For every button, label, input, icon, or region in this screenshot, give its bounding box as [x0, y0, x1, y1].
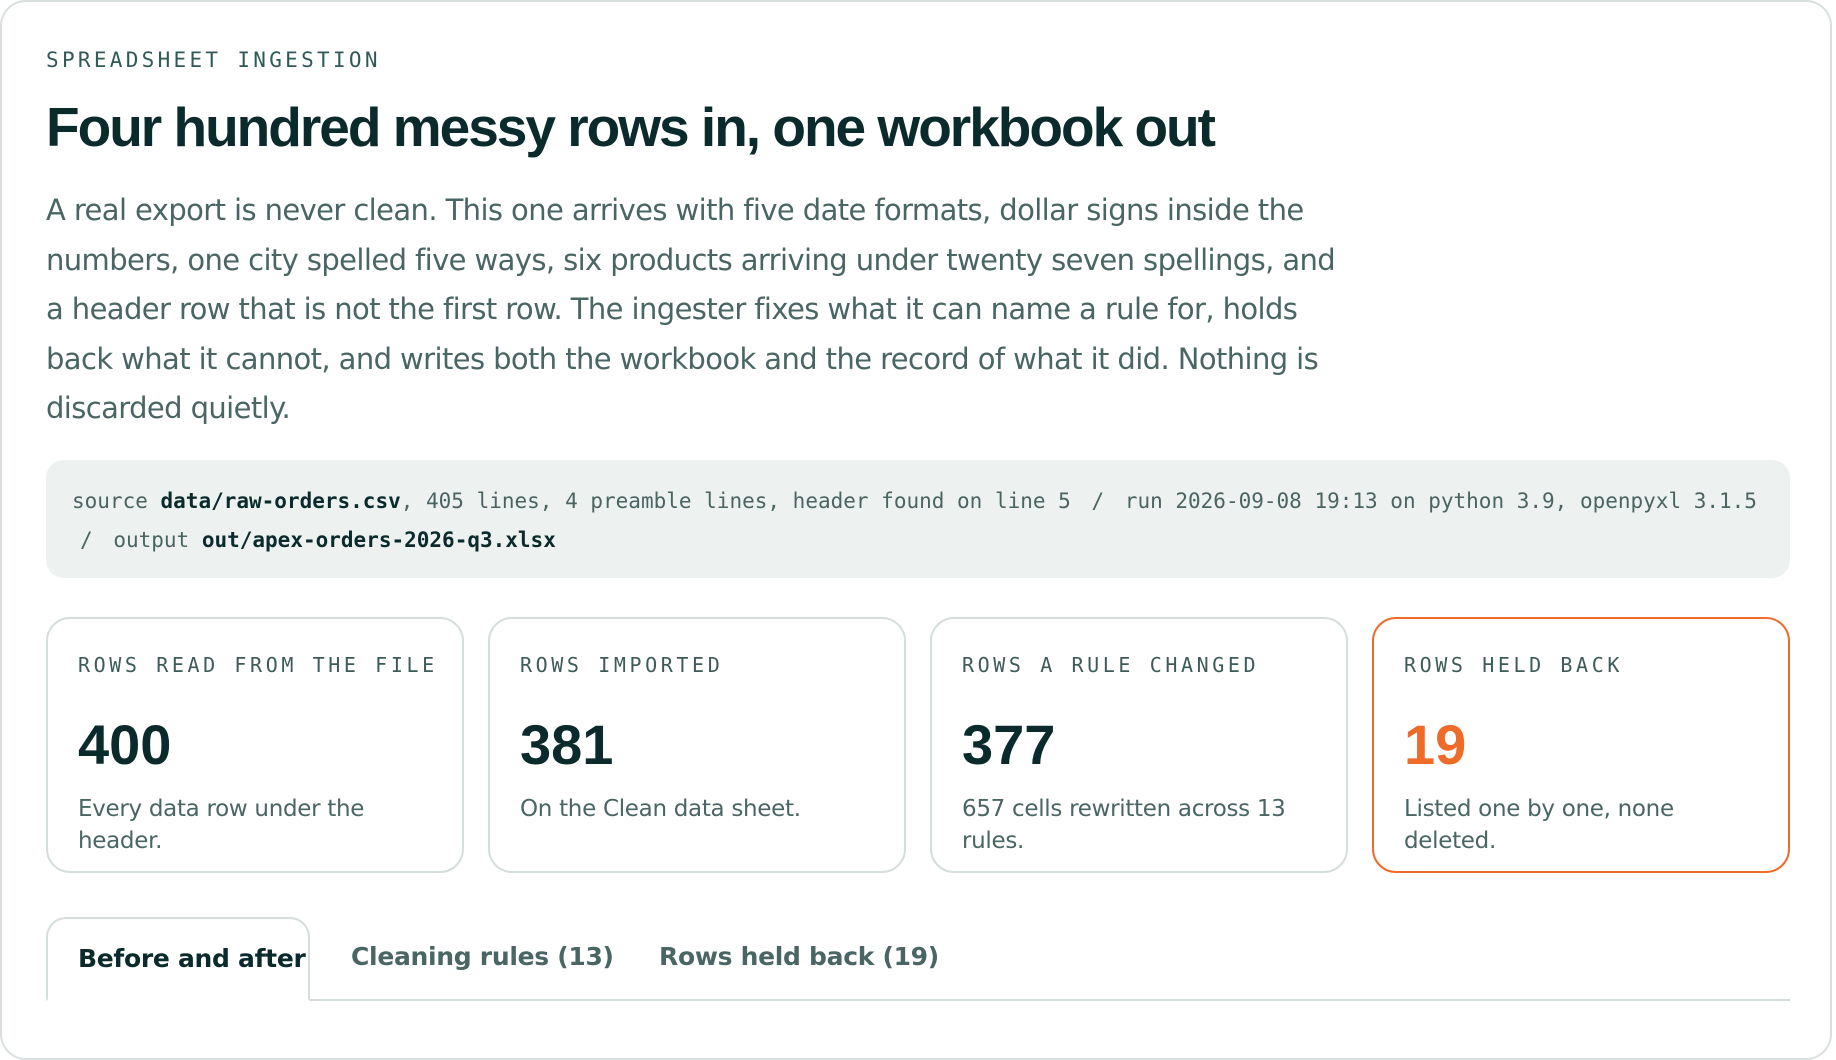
- source-details: , 405 lines, 4 preamble lines, header fo…: [400, 489, 1071, 513]
- tab-rows-held-back[interactable]: Rows held back (19): [659, 917, 939, 999]
- stat-card-rows-changed: ROWS A RULE CHANGED 377 657 cells rewrit…: [930, 617, 1348, 873]
- stat-description: 657 cells rewritten across 13 rules.: [962, 796, 1286, 854]
- stat-card-rows-imported: ROWS IMPORTED 381 On the Clean data shee…: [488, 617, 906, 873]
- separator: /: [1091, 489, 1105, 513]
- output-label: output: [113, 528, 190, 552]
- stat-label: ROWS A RULE CHANGED: [962, 653, 1260, 677]
- stat-description: On the Clean data sheet.: [520, 796, 801, 822]
- eyebrow-label: SPREADSHEET INGESTION: [46, 48, 381, 72]
- page-title: Four hundred messy rows in, one workbook…: [46, 96, 1216, 158]
- tab-cleaning-rules[interactable]: Cleaning rules (13): [351, 917, 614, 999]
- separator: /: [80, 528, 93, 552]
- stats-row: ROWS READ FROM THE FILE 400 Every data r…: [46, 617, 1790, 873]
- stat-label: ROWS READ FROM THE FILE: [78, 653, 438, 677]
- tab-bar: Before and after Cleaning rules (13) Row…: [46, 917, 1790, 1001]
- source-label: source: [72, 489, 148, 513]
- stat-value: 19: [1404, 713, 1467, 776]
- output-path: out/apex-orders-2026-q3.xlsx: [201, 528, 556, 552]
- tab-before-and-after[interactable]: Before and after: [46, 917, 310, 1001]
- stat-value: 381: [520, 713, 614, 776]
- stat-value: 400: [78, 713, 172, 776]
- stat-description: Listed one by one, none deleted.: [1404, 796, 1674, 854]
- stat-description: Every data row under the header.: [78, 796, 365, 854]
- stat-card-rows-held-back: ROWS HELD BACK 19 Listed one by one, non…: [1372, 617, 1790, 873]
- run-details: run 2026-09-08 19:13 on python 3.9, open…: [1124, 489, 1757, 513]
- run-metadata-panel: source data/raw-orders.csv, 405 lines, 4…: [46, 460, 1790, 578]
- stat-label: ROWS HELD BACK: [1404, 653, 1623, 677]
- intro-paragraph: A real export is never clean. This one a…: [46, 193, 1336, 425]
- source-path: data/raw-orders.csv: [160, 489, 401, 513]
- stat-value: 377: [962, 713, 1056, 776]
- stat-card-rows-read: ROWS READ FROM THE FILE 400 Every data r…: [46, 617, 464, 873]
- stat-label: ROWS IMPORTED: [520, 653, 724, 677]
